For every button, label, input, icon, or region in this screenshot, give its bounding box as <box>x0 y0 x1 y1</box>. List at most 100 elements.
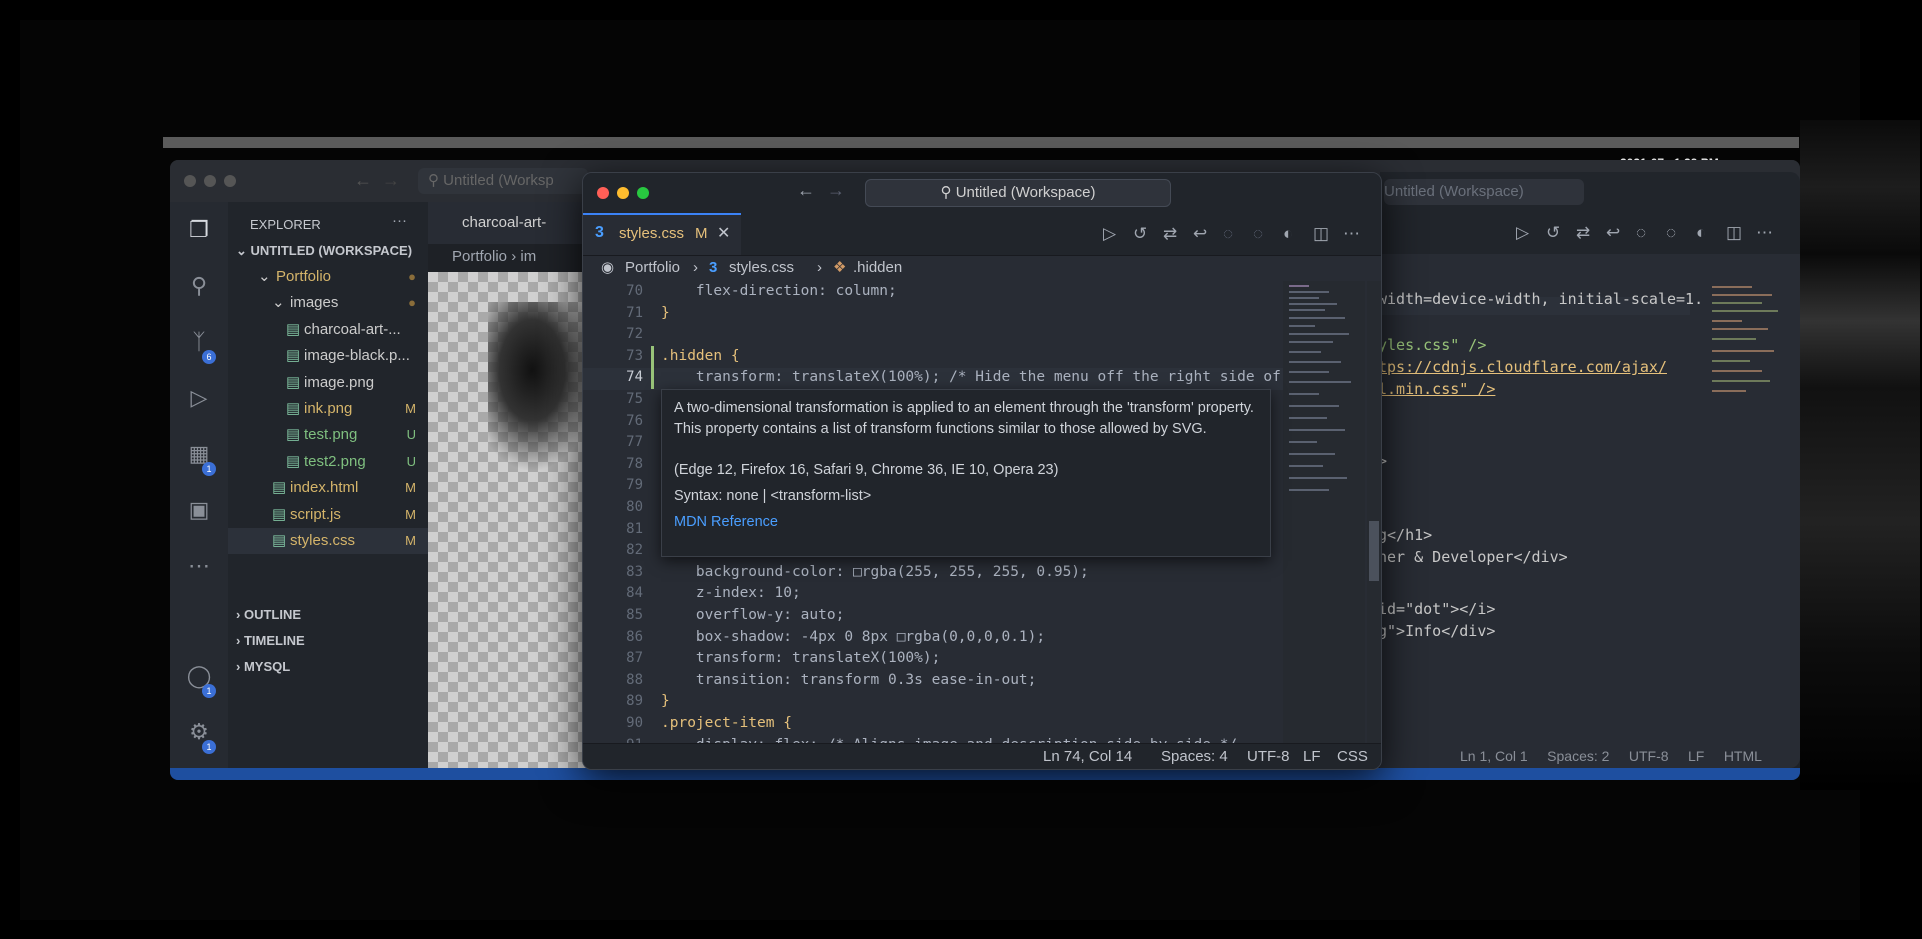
line-number: 81 <box>626 520 643 537</box>
right-indentation[interactable]: Spaces: 2 <box>1547 748 1609 764</box>
line-number: 70 <box>626 283 643 299</box>
command-center-search[interactable]: ⚲ Untitled (Workspace) <box>865 179 1171 207</box>
prev-change-icon[interactable]: ◌ <box>1223 224 1233 244</box>
git-status-flag: U <box>406 427 416 443</box>
file-tree-item[interactable]: ▤ charcoal-art-... <box>228 317 428 343</box>
more-actions-icon[interactable]: ⋯ <box>1756 223 1773 243</box>
mysql-section[interactable]: › MYSQL <box>236 654 436 680</box>
run-icon[interactable]: ▷ <box>1516 223 1529 243</box>
prev-change-icon[interactable]: ◌ <box>1636 223 1646 243</box>
toggle-icon[interactable]: ◐ <box>1283 224 1293 244</box>
language-mode[interactable]: CSS <box>1337 744 1368 769</box>
go-back-icon[interactable]: ↩ <box>1606 223 1620 243</box>
right-eol[interactable]: LF <box>1688 748 1704 764</box>
right-cursor-position[interactable]: Ln 1, Col 1 <box>1460 748 1528 764</box>
line-number: 80 <box>626 499 643 515</box>
back-search-box[interactable]: ⚲ Untitled (Worksp <box>418 168 588 194</box>
file-icon: ▤ <box>286 320 301 338</box>
right-encoding[interactable]: UTF-8 <box>1629 748 1669 764</box>
compare-icon[interactable]: ⇄ <box>1163 224 1177 244</box>
code-editor[interactable]: 70 71 72 73 74 75 76 77 78 79 80 81 82 83 84 85 86 87 88 89… <box>583 281 1381 753</box>
line-number: 71 <box>626 304 643 321</box>
history-icon[interactable]: ↺ <box>1546 223 1560 243</box>
indentation[interactable]: Spaces: 4 <box>1161 744 1228 769</box>
outline-section[interactable]: › OUTLINE <box>236 602 436 628</box>
maximize-button[interactable] <box>637 187 649 199</box>
minimap[interactable] <box>1283 281 1365 743</box>
file-tree-item[interactable]: ▤ test.png U <box>228 422 428 448</box>
next-change-icon[interactable]: ◌ <box>1253 224 1263 244</box>
close-icon[interactable]: ✕ <box>717 223 730 243</box>
html-code-line: l.min.css" /> <box>1378 380 1496 398</box>
file-tree-item[interactable]: ▤ test2.png U <box>228 449 428 475</box>
cursor-position[interactable]: Ln 74, Col 14 <box>1043 744 1132 769</box>
file-tree-item[interactable]: ▤ image-black.p... <box>228 343 428 369</box>
forward-arrow-icon[interactable]: → <box>827 180 845 201</box>
close-dot[interactable] <box>184 175 196 187</box>
file-tree-item[interactable]: ▤ index.html M <box>228 475 428 501</box>
explorer-more-icon[interactable]: ··· <box>392 212 407 229</box>
files-icon[interactable]: ❐ <box>185 216 213 244</box>
back-arrow-icon[interactable]: ← <box>354 170 372 191</box>
file-tree-item[interactable]: ▤ ink.png M <box>228 396 428 422</box>
remote-explorer-icon[interactable]: ▣ <box>185 496 213 524</box>
back-arrow-icon[interactable]: ← <box>797 180 815 201</box>
encoding[interactable]: UTF-8 <box>1247 744 1290 769</box>
explorer-title: EXPLORER <box>250 217 321 232</box>
history-icon[interactable]: ↺ <box>1133 224 1147 244</box>
file-tree-item[interactable]: ▤ styles.css M <box>228 528 428 554</box>
tab-styles-css[interactable]: 3 styles.css M ✕ <box>583 213 741 255</box>
breadcrumb-portfolio[interactable]: Portfolio <box>625 255 680 281</box>
vertical-scrollbar[interactable] <box>1367 281 1381 743</box>
tab-charcoal[interactable]: charcoal-art- <box>428 202 592 244</box>
right-search-box[interactable]: Untitled (Workspace) <box>1384 179 1584 205</box>
scrollbar-thumb[interactable] <box>1369 521 1379 581</box>
more-actions-icon[interactable]: ⋯ <box>1343 224 1360 244</box>
file-tree-label: image.png <box>304 373 375 391</box>
search-icon: ⚲ <box>940 184 952 201</box>
file-icon: ▤ <box>286 347 301 365</box>
more-icon[interactable]: ⋯ <box>185 552 213 580</box>
next-change-icon[interactable]: ◌ <box>1666 223 1676 243</box>
breadcrumb-styles-css[interactable]: styles.css <box>729 255 794 281</box>
breadcrumb: ◉ Portfolio › 3 styles.css › ❖ .hidden <box>583 255 1381 281</box>
html-code-line: g</h1> <box>1378 526 1433 544</box>
file-tree-label: charcoal-art-... <box>304 320 401 338</box>
workspace-header[interactable]: ⌄ UNTITLED (WORKSPACE) <box>236 238 436 264</box>
run-debug-icon[interactable]: ▷ <box>185 384 213 412</box>
file-tree-item[interactable]: ▤ script.js M <box>228 502 428 528</box>
line-number: 73 <box>626 347 643 364</box>
source-control-badge: 6 <box>202 350 216 364</box>
forward-arrow-icon[interactable]: → <box>382 170 400 191</box>
timeline-section[interactable]: › TIMELINE <box>236 628 436 654</box>
split-editor-icon[interactable]: ◫ <box>1313 224 1329 244</box>
breadcrumb-portfolio[interactable]: Portfolio <box>452 248 507 265</box>
chevron-right-icon: › <box>817 259 822 276</box>
code-line: flex-direction: column; <box>661 283 897 299</box>
file-tree-item[interactable]: ⌄ Portfolio ● <box>228 264 428 290</box>
html-code-line: g">Info</div> <box>1378 622 1496 640</box>
line-number: 88 <box>626 671 643 688</box>
right-language[interactable]: HTML <box>1724 748 1762 764</box>
compare-icon[interactable]: ⇄ <box>1576 223 1590 243</box>
minimize-button[interactable] <box>617 187 629 199</box>
end-of-line[interactable]: LF <box>1303 744 1321 769</box>
split-editor-icon[interactable]: ◫ <box>1726 223 1742 243</box>
toggle-icon[interactable]: ◐ <box>1696 223 1706 243</box>
minimize-dot[interactable] <box>204 175 216 187</box>
right-toolbar: ▷ ↺ ⇄ ↩ ◌ ◌ ◐ ◫ ⋯ <box>1380 212 1800 254</box>
close-button[interactable] <box>597 187 609 199</box>
file-tree-item[interactable]: ⌄ images ● <box>228 290 428 316</box>
search-icon: ⚲ <box>428 172 439 189</box>
run-icon[interactable]: ▷ <box>1103 224 1116 244</box>
maximize-dot[interactable] <box>224 175 236 187</box>
mdn-reference-link[interactable]: MDN Reference <box>674 512 1260 533</box>
go-back-icon[interactable]: ↩ <box>1193 224 1207 244</box>
breadcrumb-images[interactable]: im <box>520 248 536 265</box>
folder-icon: ◉ <box>601 259 615 276</box>
search-icon[interactable]: ⚲ <box>185 272 213 300</box>
file-tree-item[interactable]: ▤ image.png <box>228 370 428 396</box>
file-icon: ▤ <box>272 479 287 497</box>
breadcrumb-hidden[interactable]: .hidden <box>853 255 902 281</box>
tab-modified-flag: M <box>695 225 708 242</box>
